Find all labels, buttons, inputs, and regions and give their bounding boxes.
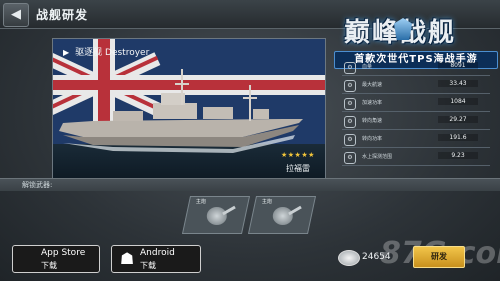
weapon-slot-2[interactable]: 主炮 [247,196,317,234]
stat-label: 转向功率 [362,136,383,142]
turret-icon [206,207,227,225]
stat-label: 加速功率 [362,100,383,106]
android-icon: ☗ [119,249,135,268]
flag-icon: ▶ [63,48,70,57]
ship-preview-panel[interactable]: ▶ 驱逐舰 Destroyer ★★★★★ 拉福雷 [52,38,326,180]
hp-icon: ⚙ [344,62,356,74]
stat-value: 191.6 [438,134,478,141]
stat-row: ⚙ 加速功率 1084 [342,98,490,112]
silver-coin-icon [338,250,360,266]
turn-power-icon: ⚙ [344,134,356,146]
stat-row: ⚙ 水上探测范围 9.23 [342,152,490,166]
store-sub: 下载 [41,261,57,270]
stat-label: 血量 [362,64,373,70]
stat-value: 8091 [438,62,478,69]
stat-row: ⚙ 转向角速 29.27 [342,116,490,130]
accel-icon: ⚙ [344,98,356,110]
weapons-header-bar [0,178,500,191]
stat-value: 29.27 [438,116,478,123]
weapons-title: 解锁武器: [22,181,53,189]
stat-value: 9.23 [438,152,478,159]
stat-value: 33.43 [438,80,478,87]
stat-label: 水上探测范围 [362,154,393,160]
barrel-icon [222,205,236,216]
turret-icon [272,207,293,225]
stat-row: ⚙ 最大航速 33.43 [342,80,490,94]
weapon-slot-label: 主炮 [195,199,206,205]
page-title: 战舰研发 [36,8,89,22]
rating-stars: ★★★★★ [281,151,315,159]
speed-icon: ⚙ [344,80,356,92]
back-button[interactable]: ◀ [3,3,29,27]
stat-label: 最大航速 [362,82,383,88]
detect-icon: ⚙ [344,152,356,164]
apple-icon [19,250,37,268]
ship-name-text: 驱逐舰 Destroyer [75,48,150,58]
stat-row: ⚙ 血量 8091 [342,62,490,76]
barrel-icon [288,205,302,216]
stat-label: 转向角速 [362,118,383,124]
develop-button[interactable]: 研发 [413,246,465,268]
ship-stats-list: ⚙ 血量 8091 ⚙ 最大航速 33.43 ⚙ 加速功率 1084 ⚙ 转向角… [342,62,490,170]
weapon-slot-1[interactable]: 主炮 [181,196,251,234]
ship-name: ▶ 驱逐舰 Destroyer [63,45,149,58]
store-name: Android [140,248,175,258]
store-sub: 下载 [140,261,156,270]
app-store-button[interactable]: App Store 下载 [12,245,100,273]
stat-row: ⚙ 转向功率 191.6 [342,134,490,148]
captain-name: 拉福雷 [286,164,310,173]
turn-speed-icon: ⚙ [344,116,356,128]
store-name: App Store [41,248,86,258]
weapon-slot-label: 主炮 [261,199,272,205]
android-button[interactable]: ☗ Android 下载 [111,245,201,273]
stat-value: 1084 [438,98,478,105]
